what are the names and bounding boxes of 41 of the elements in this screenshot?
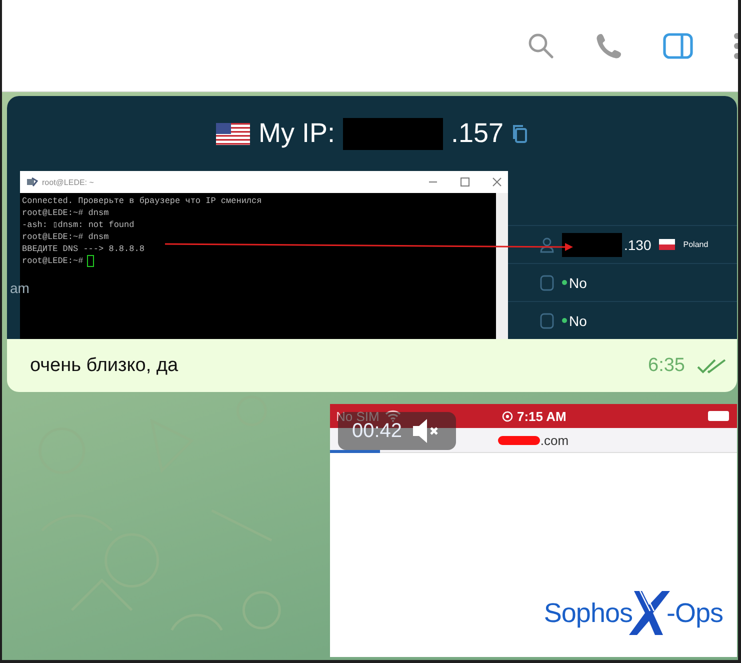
ip-address: .157 (450, 118, 504, 149)
terminal-app-icon (26, 176, 38, 188)
terminal-line: Connected. Проверьте в браузере что IP сменился (22, 195, 262, 207)
message-time: 6:35 (648, 354, 685, 376)
maximize-icon[interactable] (460, 177, 470, 187)
terminal-line: root@LEDE:~# dnsm (22, 207, 109, 219)
flag-icon (216, 122, 250, 144)
sidebar-icon[interactable] (663, 32, 693, 58)
status-value: No (569, 274, 587, 290)
terminal-title: root@LEDE: ~ (42, 178, 94, 186)
url-text: .com (540, 432, 569, 448)
loading-bar (330, 450, 380, 453)
redaction-bar (562, 232, 622, 256)
status-dot (562, 280, 567, 285)
terminal-line: root@LEDE:~# dnsm (22, 231, 109, 243)
terminal-cursor (87, 255, 94, 267)
ip-address: .130 (624, 236, 652, 252)
copy-icon[interactable] (512, 124, 528, 144)
redaction-scribble (498, 436, 540, 444)
wifi-icon (385, 410, 402, 422)
status-dot (562, 318, 567, 323)
battery-icon (707, 410, 731, 422)
clock-label: 7:15 AM (517, 408, 566, 424)
terminal-line: -ash: ▯dnsm: not found (22, 219, 134, 231)
search-icon[interactable] (527, 32, 555, 60)
flag-icon (659, 239, 676, 250)
phone-icon[interactable] (595, 32, 623, 60)
logo-text: -Ops (666, 598, 723, 628)
alarm-icon (502, 410, 513, 422)
close-icon[interactable] (492, 177, 502, 187)
terminal-line: root@LEDE:~# (22, 255, 84, 267)
status-value: No (569, 312, 587, 328)
country-label: Poland (683, 240, 708, 249)
message-text: очень близко, да (30, 354, 180, 376)
ip-label: My IP: (258, 118, 335, 149)
cut-off-text: am (10, 280, 30, 296)
logo-text: Sophos (544, 598, 632, 628)
device-icon (540, 312, 554, 328)
terminal-line: ВВЕДИТЕ DNS ---> 8.8.8.8 (22, 243, 144, 255)
device-icon (540, 274, 554, 290)
user-icon (540, 236, 554, 252)
